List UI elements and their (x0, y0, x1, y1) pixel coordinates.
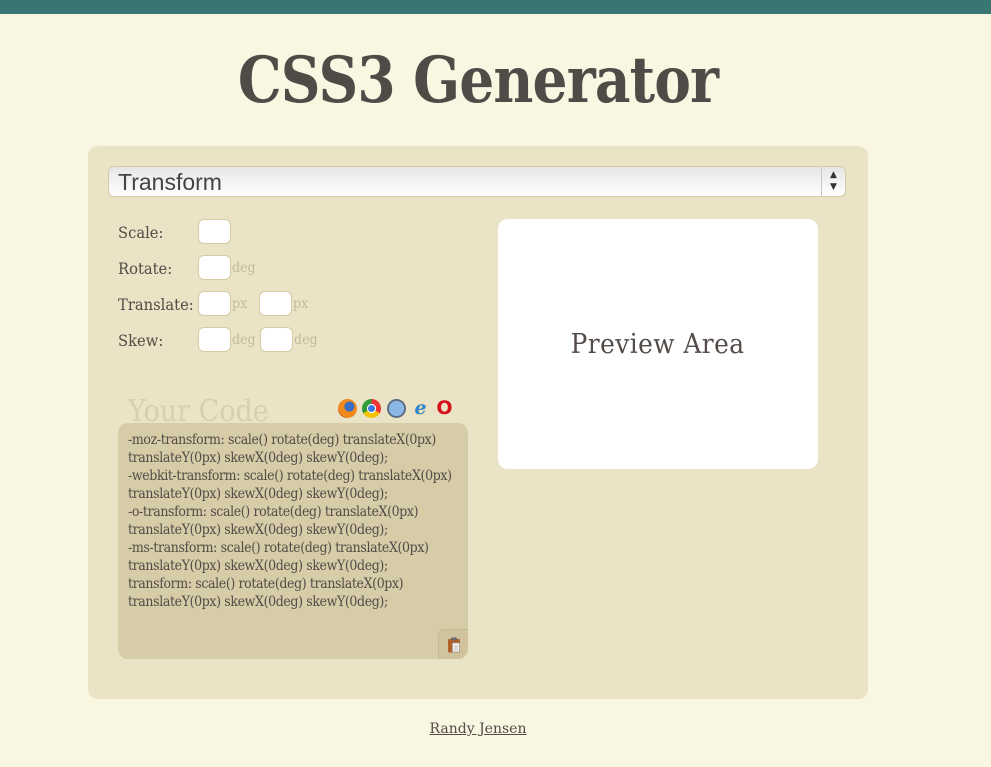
rotate-label: Rotate: (118, 259, 173, 278)
opera-icon: O (436, 397, 453, 419)
skew-y-unit: deg (294, 332, 318, 348)
skew-x-input[interactable] (198, 327, 231, 352)
safari-icon (387, 399, 406, 418)
code-output[interactable]: -moz-transform: scale() rotate(deg) tran… (118, 423, 468, 659)
select-arrows-icon[interactable]: ▲ ▼ (821, 167, 845, 196)
page-title: CSS3 Generator (237, 43, 719, 118)
translate-x-input[interactable] (198, 291, 231, 316)
generator-type-select[interactable]: Transform ▲ ▼ (108, 166, 846, 197)
translate-x-unit: px (232, 296, 248, 312)
clipboard-icon (447, 637, 460, 652)
translate-y-input[interactable] (259, 291, 292, 316)
code-text[interactable]: -moz-transform: scale() rotate(deg) tran… (128, 431, 463, 611)
selected-generator: Transform (118, 169, 222, 195)
scale-label: Scale: (118, 223, 164, 242)
author-link[interactable]: Randy Jensen (430, 721, 527, 737)
skew-y-input[interactable] (260, 327, 293, 352)
top-bar (0, 0, 991, 14)
generator-panel: Transform ▲ ▼ Scale: Rotate: deg Translat… (88, 146, 868, 699)
skew-label: Skew: (118, 331, 164, 350)
skew-x-unit: deg (232, 332, 256, 348)
rotate-unit: deg (232, 260, 256, 276)
preview-area: Preview Area (498, 219, 818, 469)
scale-input[interactable] (198, 219, 231, 244)
translate-label: Translate: (118, 295, 194, 314)
translate-y-unit: px (293, 296, 309, 312)
copy-code-button[interactable] (438, 629, 468, 659)
preview-label: Preview Area (571, 328, 745, 360)
firefox-icon (338, 399, 357, 418)
chrome-icon (362, 399, 381, 418)
rotate-input[interactable] (198, 255, 231, 280)
footer: Randy Jensen (0, 718, 956, 737)
internet-explorer-icon: e (414, 397, 427, 419)
